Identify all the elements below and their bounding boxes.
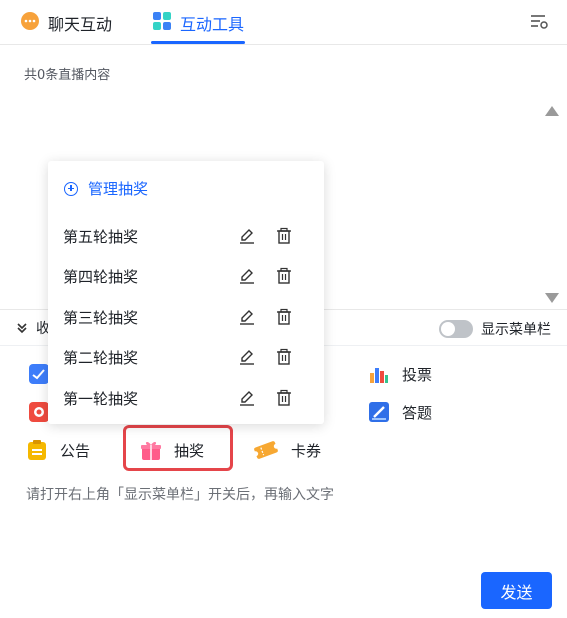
lottery-item[interactable]: 第四轮抽奖: [48, 256, 324, 296]
tool-vote-label: 投票: [402, 365, 433, 384]
lottery-popup: 管理抽奖 第五轮抽奖 第四轮抽奖 第三轮抽奖 第二轮抽奖 第一轮抽奖: [48, 161, 324, 424]
tool-notice[interactable]: 公告: [26, 438, 90, 462]
delete-lottery-button[interactable]: [275, 267, 293, 285]
ticket-icon: [253, 441, 279, 459]
edit-pen-icon: [240, 229, 254, 244]
list-settings-button[interactable]: [529, 12, 549, 32]
edit-lottery-button[interactable]: [238, 389, 256, 407]
delete-lottery-button[interactable]: [275, 227, 293, 245]
trash-icon: [277, 227, 291, 244]
send-button[interactable]: 发送: [481, 572, 552, 609]
lottery-item-name: 第四轮抽奖: [63, 267, 139, 286]
delete-lottery-button[interactable]: [275, 348, 293, 366]
tool-coupon-label: 卡券: [291, 441, 322, 460]
edit-lottery-button[interactable]: [238, 308, 256, 326]
lottery-item-name: 第三轮抽奖: [63, 308, 139, 327]
tab-bar: 聊天互动 互动工具: [0, 0, 567, 45]
delete-lottery-button[interactable]: [275, 389, 293, 407]
collapse-button[interactable]: 收: [16, 318, 50, 338]
edit-lottery-button[interactable]: [238, 267, 256, 285]
live-content-count: 共0条直播内容: [24, 68, 111, 83]
toggle-knob: [441, 322, 455, 336]
trash-icon: [277, 267, 291, 284]
list-settings-icon: [531, 15, 548, 29]
edit-lottery-button[interactable]: [238, 227, 256, 245]
lottery-item[interactable]: 第二轮抽奖: [48, 337, 324, 377]
record-icon: [29, 402, 49, 422]
active-tab-indicator: [151, 41, 245, 44]
show-menu-bar-label: 显示菜单栏: [481, 322, 551, 338]
input-hint: 请打开右上角「显示菜单栏」开关后，再输入文字: [26, 487, 334, 503]
pencil-square-icon: [369, 402, 389, 422]
show-menu-bar-toggle[interactable]: [439, 320, 473, 338]
tab-interactive-tools[interactable]: 互动工具: [152, 0, 244, 45]
menu-bar-toggle-group: 显示菜单栏: [439, 319, 551, 339]
tab-chat-label: 聊天互动: [48, 14, 113, 34]
bar-chart-icon: [370, 368, 388, 383]
edit-lottery-button[interactable]: [238, 348, 256, 366]
manage-lottery-button[interactable]: 管理抽奖: [64, 178, 148, 199]
trash-icon: [277, 308, 291, 325]
tool-vote[interactable]: 投票: [368, 362, 432, 386]
tab-tools-label: 互动工具: [180, 14, 245, 34]
tool-lottery[interactable]: 抽奖: [140, 438, 204, 462]
double-chevron-down-icon: [17, 323, 27, 334]
manage-lottery-label: 管理抽奖: [88, 180, 149, 198]
scroll-down-arrow[interactable]: [545, 293, 559, 303]
checklist-icon: [29, 364, 49, 384]
scroll-up-arrow[interactable]: [545, 106, 559, 116]
tool-coupon[interactable]: 卡券: [253, 438, 321, 462]
gift-box-icon: [141, 441, 161, 460]
tab-chat-interaction[interactable]: 聊天互动: [20, 0, 112, 45]
lottery-item[interactable]: 第一轮抽奖: [48, 378, 324, 418]
tool-hidden-1[interactable]: [28, 362, 50, 386]
tool-lottery-label: 抽奖: [174, 441, 205, 460]
chat-bubble-icon: [20, 11, 40, 35]
delete-lottery-button[interactable]: [275, 308, 293, 326]
lottery-item-name: 第五轮抽奖: [63, 227, 139, 246]
trash-icon: [277, 348, 291, 365]
edit-pen-icon: [240, 391, 254, 406]
trash-icon: [277, 389, 291, 406]
lottery-item-name: 第二轮抽奖: [63, 348, 139, 367]
tool-quiz-label: 答题: [402, 403, 433, 422]
lottery-item[interactable]: 第三轮抽奖: [48, 297, 324, 337]
lottery-item[interactable]: 第五轮抽奖: [48, 216, 324, 256]
edit-pen-icon: [240, 269, 254, 284]
grid-apps-icon: [152, 11, 172, 35]
edit-pen-icon: [240, 310, 254, 325]
edit-pen-icon: [240, 350, 254, 365]
tool-notice-label: 公告: [60, 441, 91, 460]
tool-hidden-2[interactable]: [28, 400, 50, 424]
plus-circle-icon: [64, 181, 78, 196]
tool-quiz[interactable]: 答题: [368, 400, 432, 424]
clipboard-icon: [28, 440, 46, 460]
lottery-item-name: 第一轮抽奖: [63, 389, 139, 408]
